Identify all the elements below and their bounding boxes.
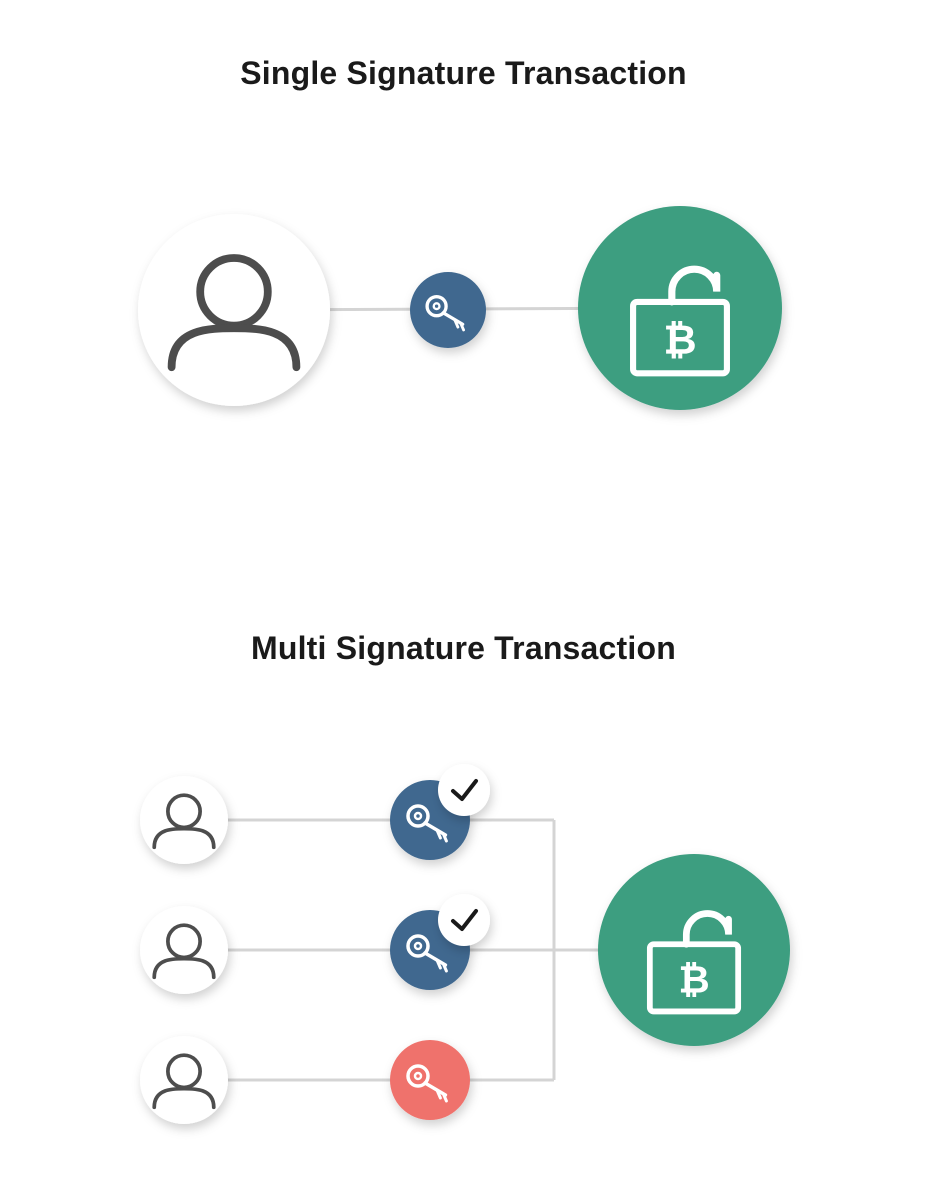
single-user-icon xyxy=(138,214,330,406)
multi-bitcoin-lock-icon: ₿ xyxy=(598,854,790,1046)
single-key-icon xyxy=(410,272,486,348)
single-bitcoin-lock-icon: ₿ xyxy=(578,206,782,410)
multi-key-check-icon-2 xyxy=(438,894,490,946)
multi-user-icon-1 xyxy=(140,776,228,864)
multi-key-icon-3 xyxy=(390,1040,470,1120)
svg-text:₿: ₿ xyxy=(678,958,709,1001)
multi-key-check-icon-1 xyxy=(438,764,490,816)
multi-signature-title: Multi Signature Transaction xyxy=(0,630,927,667)
svg-text:₿: ₿ xyxy=(663,317,696,363)
multi-user-icon-2 xyxy=(140,906,228,994)
single-signature-diagram: ₿ xyxy=(0,190,927,450)
single-signature-title: Single Signature Transaction xyxy=(0,55,927,92)
multi-signature-diagram: ₿ xyxy=(0,760,927,1160)
multi-user-icon-3 xyxy=(140,1036,228,1124)
